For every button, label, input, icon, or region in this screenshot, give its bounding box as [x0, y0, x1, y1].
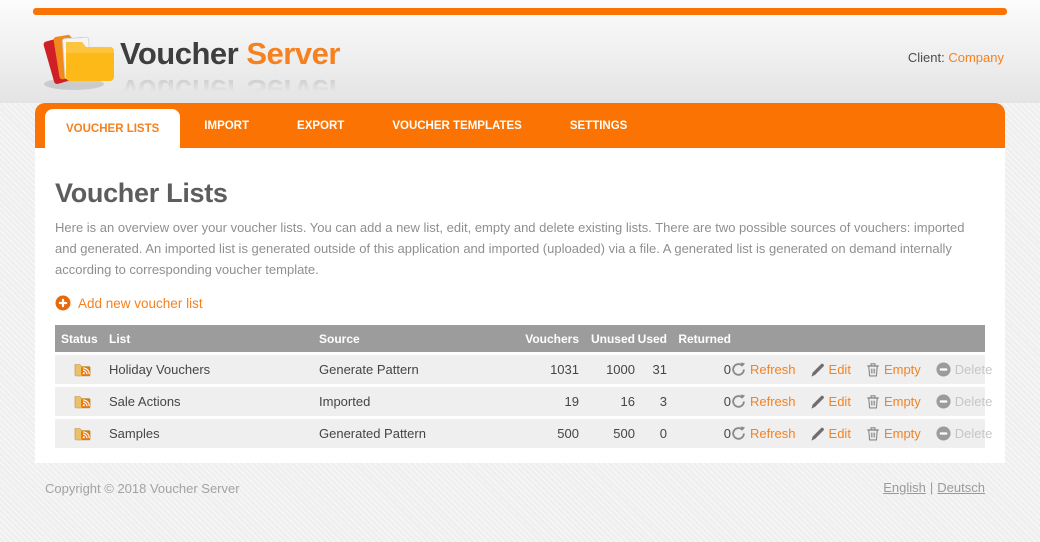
minus-circle-icon	[936, 394, 951, 409]
language-link-english[interactable]: English	[883, 480, 926, 495]
cell-used: 31	[652, 362, 667, 377]
voucher-lists-table: Status List Source Vouchers Unused Used …	[55, 325, 992, 448]
row-actions: Refresh Edit Empty Delete	[731, 426, 1006, 441]
cell-returned: 0	[723, 394, 731, 409]
page-title: Voucher Lists	[55, 178, 228, 208]
cell-source: Generate Pattern	[319, 362, 419, 377]
voucher-list-status-icon	[55, 391, 109, 412]
refresh-button[interactable]: Refresh	[731, 426, 796, 441]
empty-button[interactable]: Empty	[866, 362, 921, 377]
app-title-secondary: Server	[246, 36, 340, 71]
nav-tab[interactable]: SETTINGS	[546, 103, 652, 148]
pencil-icon	[810, 427, 824, 441]
top-accent-bar	[33, 8, 1007, 15]
app-title-primary: Voucher	[120, 36, 239, 71]
trash-icon	[867, 427, 879, 441]
add-voucher-list-button[interactable]: Add new voucher list	[55, 295, 203, 311]
col-header-used: Used	[637, 331, 667, 346]
cell-unused: 1000	[606, 362, 635, 377]
col-header-source: Source	[319, 331, 360, 346]
refresh-button[interactable]: Refresh	[731, 394, 796, 409]
edit-button[interactable]: Edit	[810, 394, 851, 409]
plus-circle-icon	[55, 295, 71, 311]
cell-list-name: Samples	[109, 426, 160, 441]
client-indicator: Client: Company	[908, 50, 1004, 65]
nav-tab[interactable]: VOUCHER TEMPLATES	[368, 103, 546, 148]
refresh-icon	[732, 426, 746, 440]
page-description: Here is an overview over your voucher li…	[55, 220, 965, 277]
row-actions: Refresh Edit Empty Delete	[731, 394, 1006, 409]
copyright-text: Copyright © 2018 Voucher Server	[45, 481, 240, 496]
folders-logo-icon	[36, 20, 118, 97]
delete-button[interactable]: Delete	[936, 362, 992, 377]
app-title: Voucher Server	[120, 36, 340, 72]
edit-button[interactable]: Edit	[810, 426, 851, 441]
cell-list-name: Sale Actions	[109, 394, 181, 409]
add-voucher-list-label: Add new voucher list	[78, 295, 203, 311]
refresh-icon	[732, 362, 746, 376]
empty-button[interactable]: Empty	[866, 394, 921, 409]
client-name-link[interactable]: Company	[948, 50, 1004, 65]
delete-button[interactable]: Delete	[936, 426, 992, 441]
minus-circle-icon	[936, 426, 951, 441]
voucher-list-status-icon	[55, 359, 109, 380]
col-header-returned: Returned	[678, 331, 731, 346]
language-separator: |	[929, 480, 934, 495]
delete-button[interactable]: Delete	[936, 394, 992, 409]
language-link-deutsch[interactable]: Deutsch	[937, 480, 985, 495]
header: Voucher Server Voucher Server Client: Co…	[0, 0, 1040, 108]
client-label: Client:	[907, 50, 945, 65]
cell-returned: 0	[723, 426, 731, 441]
cell-list-name: Holiday Vouchers	[109, 362, 211, 377]
content-panel: Voucher Lists Here is an overview over y…	[35, 148, 1005, 463]
language-switcher: English | Deutsch	[883, 480, 985, 495]
main-nav: VOUCHER LISTS IMPORT EXPORT VOUCHER TEMP…	[35, 103, 1005, 148]
table-row: Sale Actions Imported 19 16 3 0 Refresh …	[55, 387, 992, 416]
trash-icon	[867, 395, 879, 409]
col-header-list: List	[109, 331, 131, 346]
cell-source: Imported	[319, 394, 371, 409]
cell-vouchers: 500	[557, 426, 579, 441]
col-header-vouchers: Vouchers	[525, 331, 579, 346]
trash-icon	[867, 363, 879, 377]
cell-vouchers: 19	[564, 394, 579, 409]
table-header-row: Status List Source Vouchers Unused Used …	[55, 325, 985, 352]
cell-vouchers: 1031	[550, 362, 579, 377]
nav-tab[interactable]: EXPORT	[273, 103, 368, 148]
nav-tab[interactable]: VOUCHER LISTS	[45, 109, 181, 148]
cell-source: Generated Pattern	[319, 426, 426, 441]
refresh-icon	[732, 394, 746, 408]
table-row: Samples Generated Pattern 500 500 0 0 Re…	[55, 419, 992, 448]
page: Voucher Server Voucher Server Client: Co…	[0, 0, 1040, 542]
table-body: Holiday Vouchers Generate Pattern 1031 1…	[55, 355, 992, 448]
row-actions: Refresh Edit Empty Delete	[731, 362, 1006, 377]
cell-unused: 16	[620, 394, 635, 409]
cell-used: 0	[659, 426, 667, 441]
cell-unused: 500	[613, 426, 635, 441]
edit-button[interactable]: Edit	[810, 362, 851, 377]
voucher-list-status-icon	[55, 423, 109, 444]
pencil-icon	[810, 395, 824, 409]
refresh-button[interactable]: Refresh	[731, 362, 796, 377]
cell-used: 3	[659, 394, 667, 409]
nav-tab[interactable]: IMPORT	[180, 103, 273, 148]
minus-circle-icon	[936, 362, 951, 377]
cell-returned: 0	[723, 362, 731, 377]
pencil-icon	[810, 363, 824, 377]
col-header-unused: Unused	[590, 331, 635, 346]
col-header-status: Status	[61, 331, 98, 346]
empty-button[interactable]: Empty	[866, 426, 921, 441]
table-row: Holiday Vouchers Generate Pattern 1031 1…	[55, 355, 992, 384]
